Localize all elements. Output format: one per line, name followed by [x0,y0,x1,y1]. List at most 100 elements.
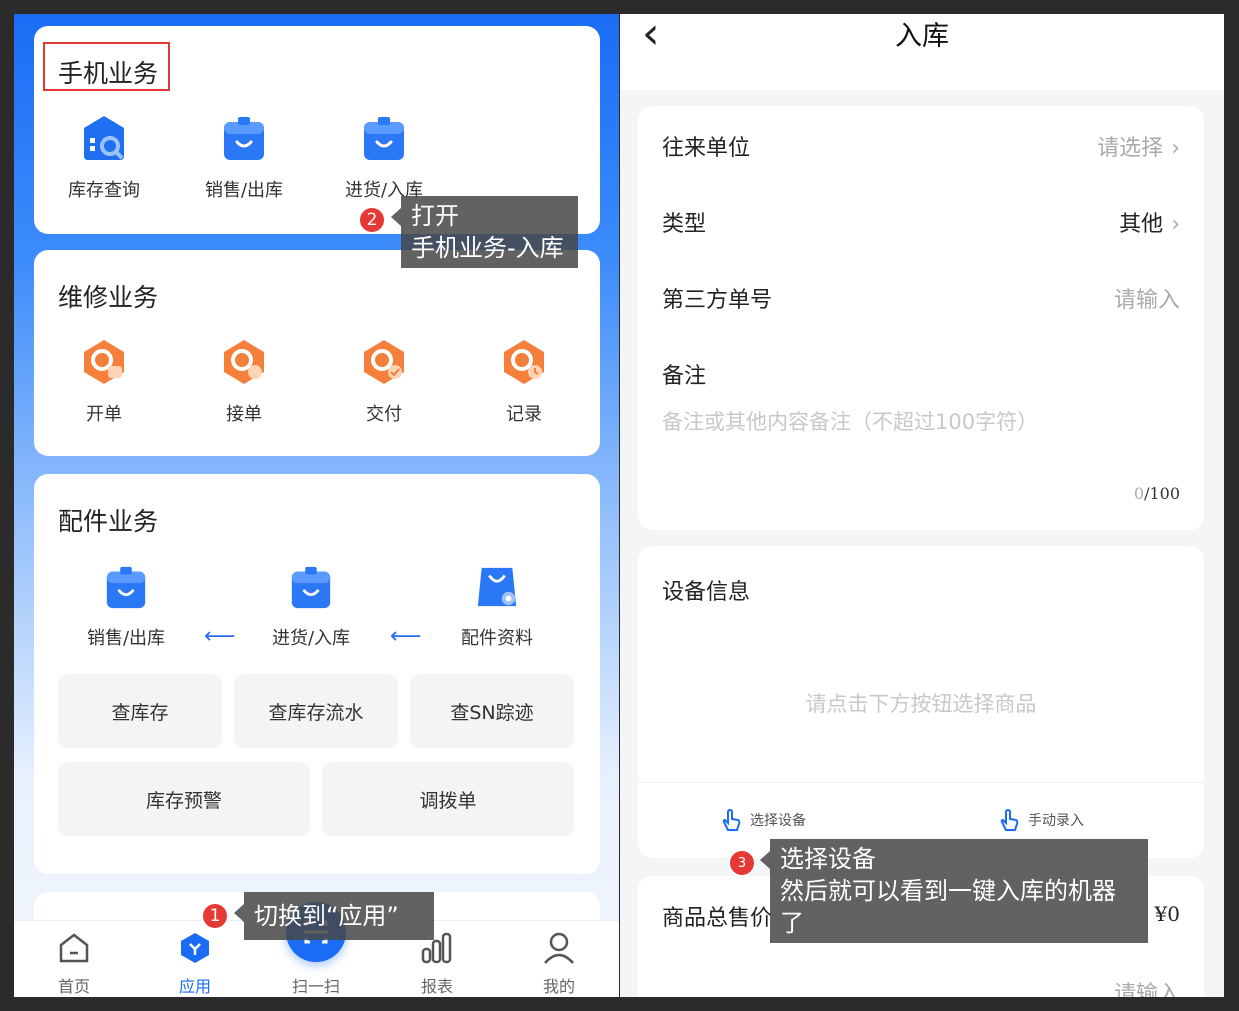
tile-parts-sales-out[interactable]: 销售/出库 [66,564,186,650]
step-badge-2: 2 [358,206,386,234]
flow-arrow-1: ⟵ [204,624,236,649]
remark-label: 备注 [662,364,707,389]
tab-reports[interactable]: 报表 [397,931,477,997]
callout-step-3: 选择设备 然后就可以看到一键入库的机器了 [760,839,1148,943]
tab-apps[interactable]: 应用 [155,931,235,997]
callout-line: 选择设备 [780,845,876,873]
total-input[interactable]: 请输入 [1114,976,1180,997]
type-value: 其他 [1119,212,1164,237]
tile-label: 销售/出库 [86,628,166,649]
tile-parts-info[interactable]: 配件资料 [437,564,557,650]
tab-label: 应用 [178,977,211,996]
home-icon [59,933,89,963]
parts-business-card: 配件业务 销售/出库 ⟵ 进货/入库 ⟵ 配件资料 查库存 查库存流水 查SN踪… [34,474,600,874]
tab-label: 首页 [57,977,90,996]
record-icon [504,340,544,384]
callout-line: 打开 [411,202,459,230]
sales-box-icon [106,566,146,609]
stock-flow-button[interactable]: 查库存流水 [234,674,398,748]
tile-open-order[interactable]: 开单 [44,338,164,426]
parts-bag-icon [477,567,517,607]
remark-textarea[interactable]: 备注或其他内容备注（不超过100字符） [662,406,1038,436]
total-value: ¥0 [1154,902,1180,926]
tile-inventory-search[interactable]: 库存查询 [44,114,164,202]
partner-value-wrap: 请选择 › [1097,130,1180,162]
tile-record[interactable]: 记录 [464,338,584,426]
manual-entry-label: 手动录入 [1028,813,1084,829]
repair-business-card: 维修业务 开单 接单 交付 记录 [34,250,600,456]
tile-label: 销售/出库 [204,180,284,201]
tile-stock-in[interactable]: 进货/入库 [324,114,444,202]
type-row[interactable]: 类型 其他 › [662,206,1180,238]
remark-count: 0 [1133,484,1145,503]
inventory-search-icon [84,116,124,160]
type-value-wrap: 其他 › [1119,206,1180,238]
chevron-right-icon: › [1171,136,1180,161]
callout-step-2: 打开 手机业务-入库 [391,196,578,268]
tab-scan[interactable]: 扫一扫 [276,969,356,997]
remark-counter: 0/100 [1134,484,1180,503]
sn-trace-button[interactable]: 查SN踪迹 [410,674,574,748]
tile-sales-out[interactable]: 销售/出库 [184,114,304,202]
tile-label: 记录 [506,404,542,425]
tile-label: 库存查询 [68,180,140,201]
transfer-order-button[interactable]: 调拨单 [322,762,574,836]
step-badge-3: 3 [728,849,756,877]
callout-line: 切换到“应用” [254,902,399,930]
partner-label: 往来单位 [662,136,751,161]
partner-row[interactable]: 往来单位 请选择 › [662,130,1180,162]
select-device-label: 选择设备 [750,813,806,829]
tile-parts-stock-in[interactable]: 进货/入库 [251,564,371,650]
device-card: 设备信息 请点击下方按钮选择商品 选择设备 手动录入 [638,546,1204,858]
deliver-icon [364,340,404,384]
manual-entry-button[interactable]: 手动录入 [998,808,1084,832]
check-stock-button[interactable]: 查库存 [58,674,222,748]
third-party-row[interactable]: 第三方单号 请输入 [662,282,1180,314]
section-title-parts: 配件业务 [58,507,159,536]
device-empty-hint: 请点击下方按钮选择商品 [805,692,1037,716]
select-device-button[interactable]: 选择设备 [720,808,806,832]
profile-icon [544,932,574,964]
sales-box-icon [224,117,264,160]
step-badge-1: 1 [201,902,229,930]
tile-label: 接单 [226,404,262,425]
tile-accept-order[interactable]: 接单 [184,338,304,426]
apps-screen: 手机业务 库存查询 销售/出库 进货/入库 维修业务 开单 接单 交付 记录 配… [14,14,619,997]
accept-order-icon [224,340,264,384]
hand-tap-icon [722,808,741,831]
tab-label: 扫一扫 [291,977,340,996]
tile-label: 交付 [366,404,402,425]
divider [638,782,1204,783]
chevron-right-icon: › [1171,212,1180,237]
tile-label: 配件资料 [461,628,533,649]
stock-in-box-icon [364,117,404,160]
remark-max: /100 [1144,484,1180,503]
remark-row: 备注 [662,358,1180,390]
apps-icon [181,933,209,963]
page-title: 入库 [895,21,949,52]
tab-label: 报表 [420,977,453,996]
total-label: 商品总售价 [662,906,773,931]
open-order-icon [84,340,124,384]
third-party-label: 第三方单号 [662,288,773,313]
nav-header: ‹ 入库 [620,14,1224,90]
tab-profile[interactable]: 我的 [519,931,599,997]
flow-arrow-2: ⟵ [390,624,422,649]
device-title: 设备信息 [662,580,751,605]
callout-step-1: 切换到“应用” [234,892,434,940]
tile-label: 开单 [86,404,122,425]
tab-home[interactable]: 首页 [34,931,114,997]
tab-label: 我的 [542,977,575,996]
form-card: 往来单位 请选择 › 类型 其他 › 第三方单号 请输入 备注 备注或其他内容备注（… [638,106,1204,530]
callout-line: 手机业务-入库 [411,234,564,262]
callout-line: 然后就可以看到一键入库的机器了 [780,877,1116,937]
type-label: 类型 [662,212,707,237]
stock-warning-button[interactable]: 库存预警 [58,762,310,836]
third-party-input[interactable]: 请输入 [1114,282,1180,314]
highlight-box [43,42,170,91]
stock-in-box-icon [291,566,331,609]
tile-label: 进货/入库 [271,628,351,649]
section-title-repair: 维修业务 [58,283,159,312]
hand-tap-icon [1000,808,1019,831]
tile-deliver[interactable]: 交付 [324,338,444,426]
